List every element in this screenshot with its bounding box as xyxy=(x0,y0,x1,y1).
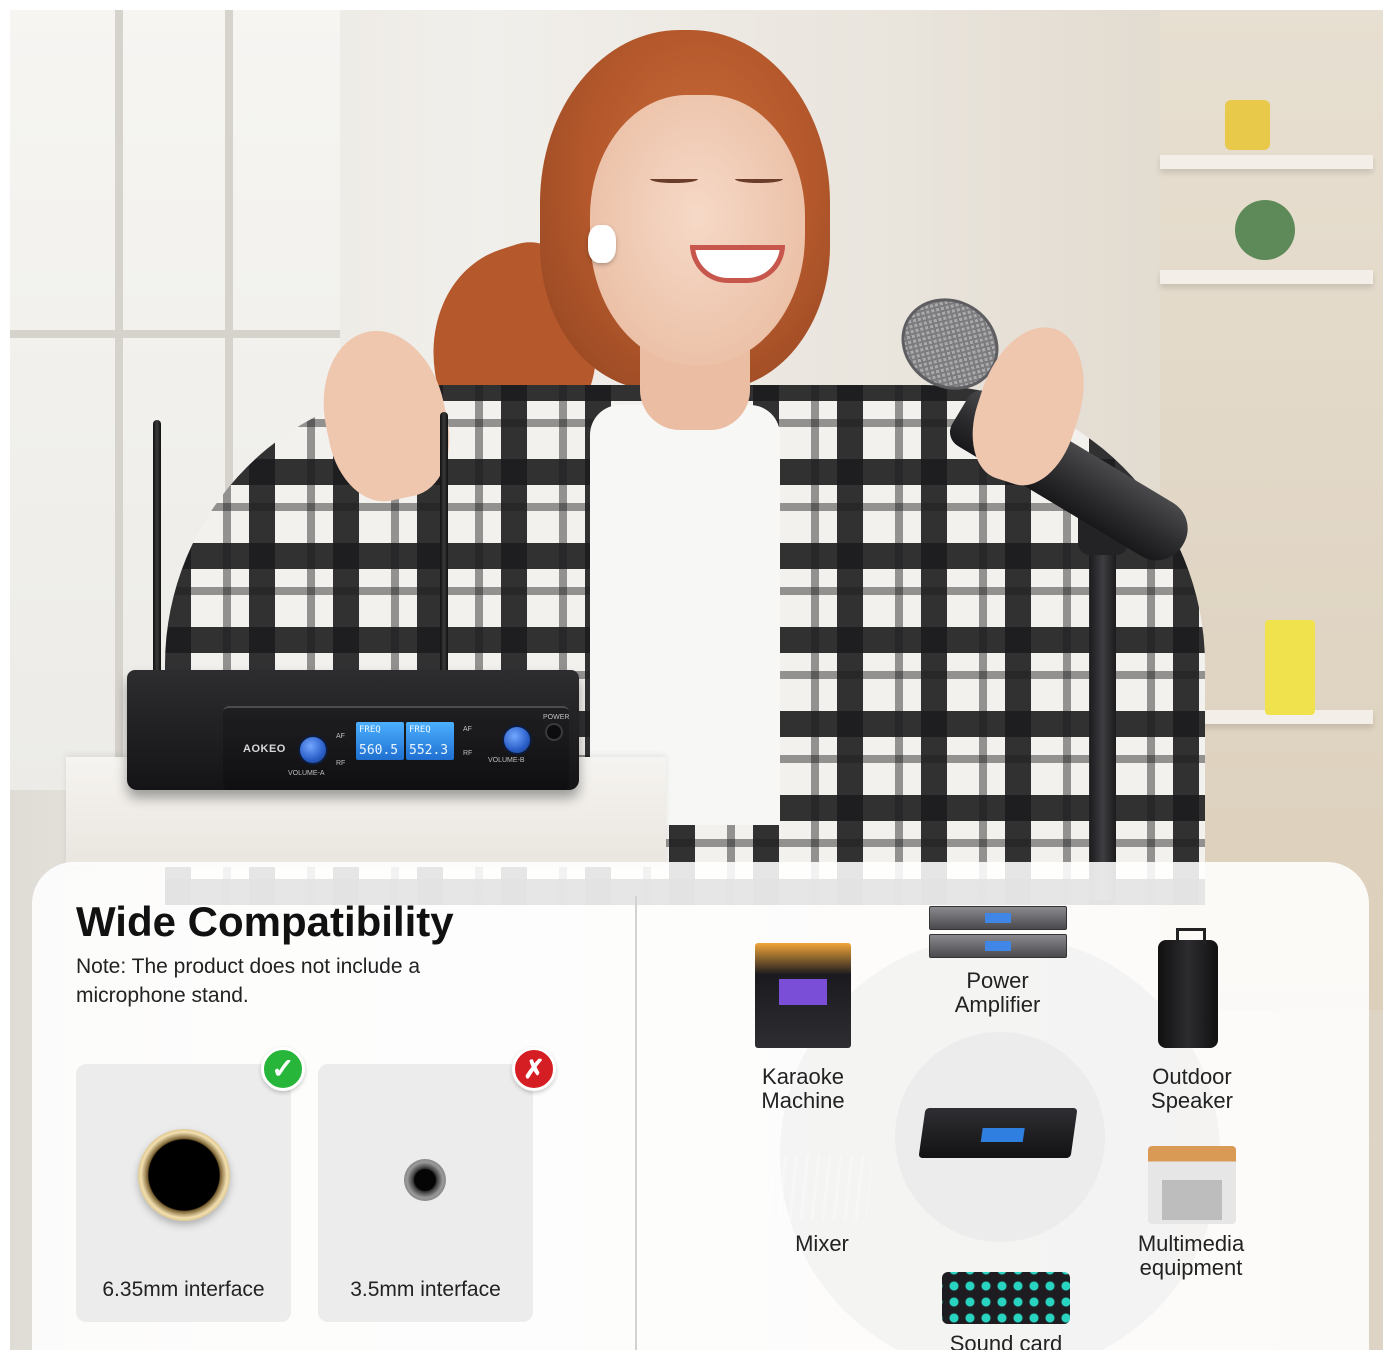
channel-a-frequency: 560.5 xyxy=(359,743,399,758)
af-indicator-label: AF xyxy=(463,726,472,733)
device-label-mixer: Mixer xyxy=(795,1231,849,1256)
port-card-35: 3.5mm interface xyxy=(318,1064,533,1322)
cross-icon: ✗ xyxy=(512,1047,556,1091)
device-label-multimedia: Multimedia equipment xyxy=(1137,1231,1245,1280)
channel-a-freq-label: FREQ xyxy=(359,725,381,735)
check-icon: ✓ xyxy=(261,1047,305,1091)
section-title: Wide Compatibility xyxy=(76,898,454,945)
channel-a-display: FREQ 560.5 xyxy=(356,722,404,760)
device-label-sound-card: Sound card xyxy=(949,1331,1063,1350)
window-frame xyxy=(10,330,340,338)
microphone-stand xyxy=(1090,520,1116,900)
power-amplifier-icon xyxy=(929,906,1067,930)
shelf-plant xyxy=(1235,200,1295,260)
receiver-icon xyxy=(918,1108,1078,1158)
power-button xyxy=(545,723,563,741)
shelf-decor xyxy=(1265,620,1315,715)
device-label-power-amplifier: Power Amplifier xyxy=(954,968,1041,1017)
antenna-icon xyxy=(153,420,161,680)
channel-b-freq-label: FREQ xyxy=(409,725,431,735)
channel-b-display: FREQ 552.3 xyxy=(406,722,454,760)
volume-a-knob xyxy=(298,735,328,765)
window-frame xyxy=(115,10,123,790)
power-label: POWER xyxy=(543,714,570,721)
earbud-icon xyxy=(588,225,616,263)
mixer-icon xyxy=(766,1155,874,1220)
device-label-karaoke: Karaoke Machine xyxy=(761,1064,845,1113)
jack-6-35mm-icon xyxy=(138,1129,230,1221)
port-card-635: 6.35mm interface xyxy=(76,1064,291,1322)
volume-b-knob xyxy=(502,725,532,755)
multimedia-equipment-icon xyxy=(1148,1146,1236,1224)
jack-3-5mm-icon xyxy=(404,1159,446,1201)
rf-indicator-label: RF xyxy=(463,750,473,757)
channel-b-frequency: 552.3 xyxy=(409,743,449,758)
volume-b-label: VOLUME-B xyxy=(488,757,525,764)
eye xyxy=(650,175,698,183)
port-label: 3.5mm interface xyxy=(350,1278,501,1301)
outdoor-speaker-icon xyxy=(1158,928,1218,1048)
rf-indicator-label: RF xyxy=(336,760,346,767)
sound-card-icon xyxy=(942,1272,1070,1324)
af-indicator-label: AF xyxy=(336,733,345,740)
eye xyxy=(735,175,783,183)
port-label: 6.35mm interface xyxy=(102,1278,265,1301)
karaoke-machine-icon xyxy=(755,943,851,1048)
stand-note: Note: The product does not include a mic… xyxy=(76,955,421,1007)
device-label-outdoor-speaker: Outdoor Speaker xyxy=(1151,1064,1233,1113)
panel-divider xyxy=(635,896,637,1350)
receiver-brand-logo: AOKEO xyxy=(243,743,286,755)
shelf xyxy=(1160,155,1373,169)
antenna-icon xyxy=(440,412,448,680)
shelf-decor xyxy=(1225,100,1270,150)
volume-a-label: VOLUME-A xyxy=(288,770,325,777)
woman-face xyxy=(590,95,805,365)
power-amplifier-icon xyxy=(929,934,1067,958)
shelf xyxy=(1160,270,1373,284)
